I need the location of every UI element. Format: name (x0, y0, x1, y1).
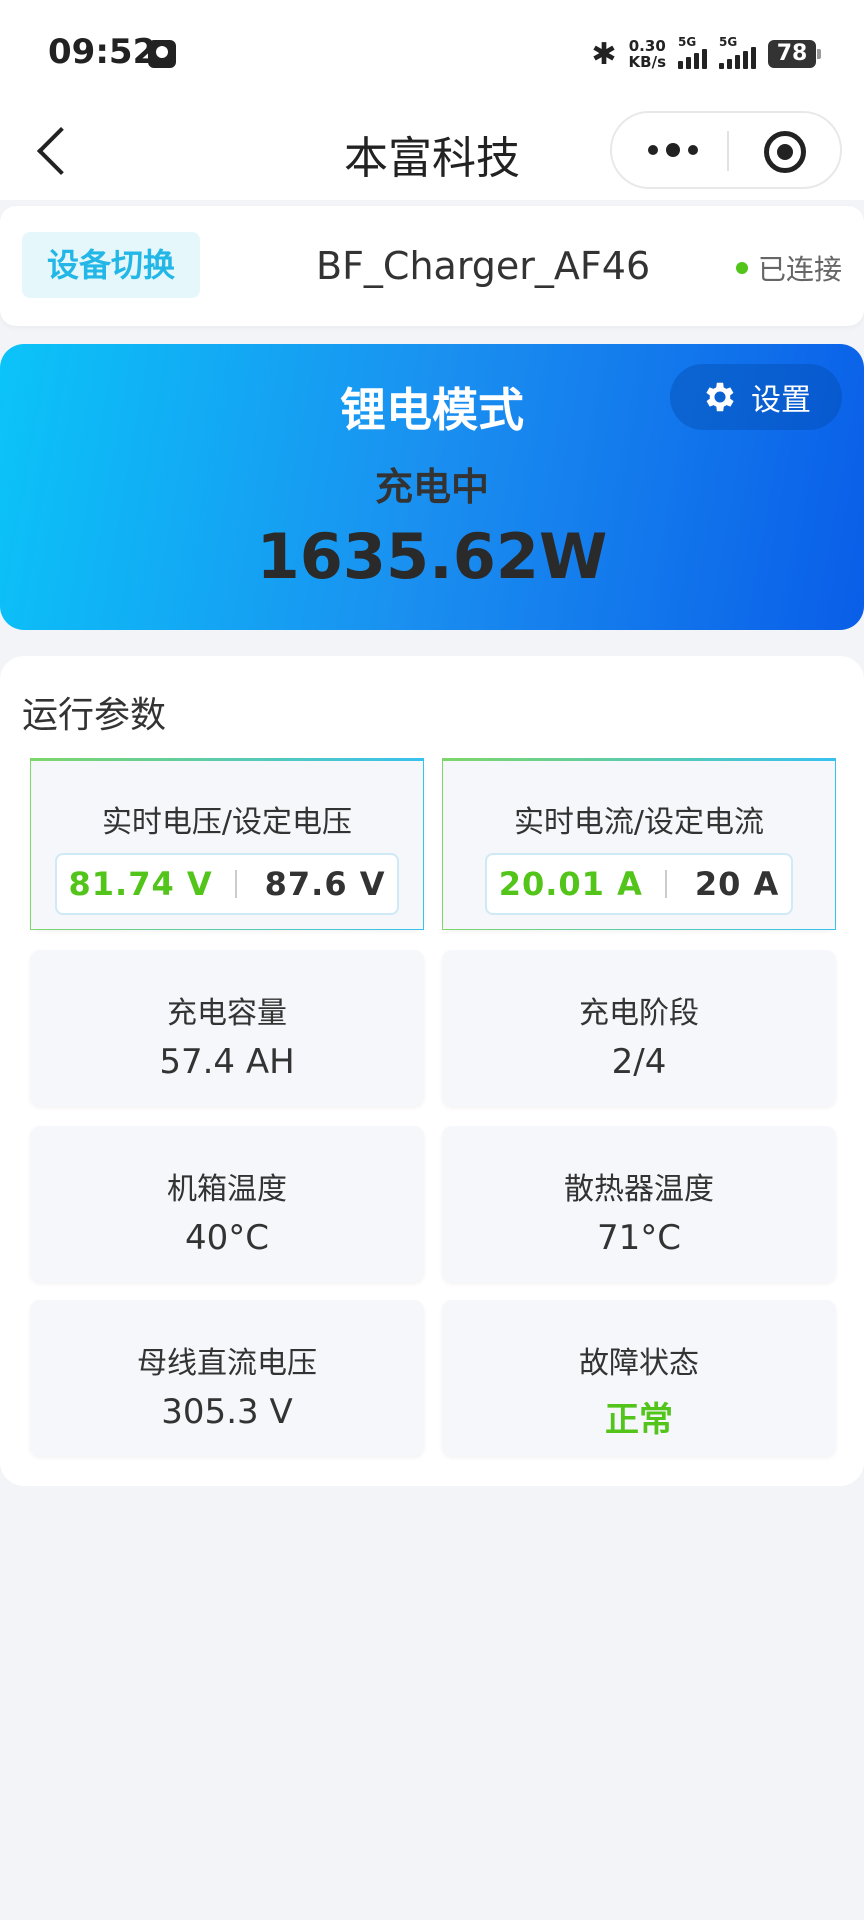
voltage-values: 81.74 V 87.6 V (54, 853, 400, 915)
close-mini-program-icon[interactable] (764, 131, 806, 173)
more-icon[interactable] (648, 141, 718, 161)
current-values: 20.01 A 20 A (484, 853, 794, 915)
fault-status-tile: 故障状态 正常 (442, 1300, 836, 1456)
charge-state: 充电中 (374, 465, 489, 509)
connection-status: 已连接 (735, 248, 842, 288)
status-indicators: ✱ 0.30 KB/s 5G 5G 78 (591, 34, 821, 74)
current-label: 实时电流/设定电流 (513, 805, 765, 840)
bus-voltage-tile: 母线直流电压 305.3 V (30, 1300, 424, 1456)
signal-2-label: 5G (719, 35, 738, 49)
device-switch-button[interactable]: 设备切换 (22, 232, 200, 298)
device-name: BF_Charger_AF46 (316, 244, 651, 288)
tile-label: 充电阶段 (579, 996, 699, 1031)
signal-1-label: 5G (678, 35, 697, 49)
network-speed-unit: KB/s (628, 53, 666, 71)
tile-value: 40°C (184, 1218, 269, 1258)
notification-app-icon (148, 40, 176, 68)
tile-label: 母线直流电压 (137, 1346, 317, 1381)
battery-level: 78 (776, 41, 808, 66)
network-speed: 0.30 KB/s (629, 38, 666, 70)
connection-status-text: 已连接 (757, 253, 842, 286)
signal-icon-1: 5G (678, 35, 707, 69)
set-voltage: 87.6 V (264, 865, 386, 903)
params-title: 运行参数 (22, 695, 167, 736)
status-bar: 09:52 ✱ 0.30 KB/s 5G 5G 78 (0, 0, 864, 104)
tile-label: 散热器温度 (564, 1172, 714, 1207)
heatsink-temp-tile: 散热器温度 71°C (442, 1126, 836, 1282)
params-card: 运行参数 实时电压/设定电压 81.74 V 87.6 V 实时电流/设定电流 … (0, 656, 864, 1486)
capacity-tile: 充电容量 57.4 AH (30, 950, 424, 1106)
mode-card: 锂电模式 充电中 1635.62W 设置 (0, 344, 864, 630)
tile-label: 故障状态 (579, 1346, 699, 1381)
voltage-tile: 实时电压/设定电压 81.74 V 87.6 V (30, 758, 424, 930)
tile-value: 71°C (596, 1218, 681, 1258)
mini-program-capsule (610, 111, 842, 189)
charge-power: 1635.62W (256, 520, 608, 593)
bluetooth-icon: ✱ (591, 36, 617, 72)
voltage-label: 实时电压/设定电压 (101, 805, 353, 840)
set-current: 20 A (694, 865, 780, 903)
live-current: 20.01 A (498, 865, 643, 903)
gear-icon (706, 382, 734, 412)
connected-dot-icon (735, 262, 748, 274)
fault-status-value: 正常 (605, 1400, 673, 1440)
settings-button[interactable]: 设置 (670, 364, 842, 430)
tile-value: 305.3 V (161, 1392, 293, 1432)
chassis-temp-tile: 机箱温度 40°C (30, 1126, 424, 1282)
status-time: 09:52 (48, 32, 157, 72)
live-voltage: 81.74 V (68, 865, 213, 903)
tile-label: 充电容量 (167, 996, 287, 1031)
device-row: 设备切换 BF_Charger_AF46 已连接 (0, 206, 864, 326)
capsule-divider (727, 131, 729, 171)
tile-label: 机箱温度 (167, 1172, 287, 1207)
current-tile: 实时电流/设定电流 20.01 A 20 A (442, 758, 836, 930)
tile-value: 57.4 AH (159, 1042, 295, 1082)
battery-icon: 78 (768, 40, 821, 68)
network-speed-value: 0.30 (628, 37, 666, 55)
signal-icon-2: 5G (719, 35, 756, 69)
nav-bar: 本富科技 (0, 104, 864, 200)
stage-tile: 充电阶段 2/4 (442, 950, 836, 1106)
tile-value: 2/4 (611, 1042, 667, 1082)
settings-label: 设置 (751, 383, 811, 418)
